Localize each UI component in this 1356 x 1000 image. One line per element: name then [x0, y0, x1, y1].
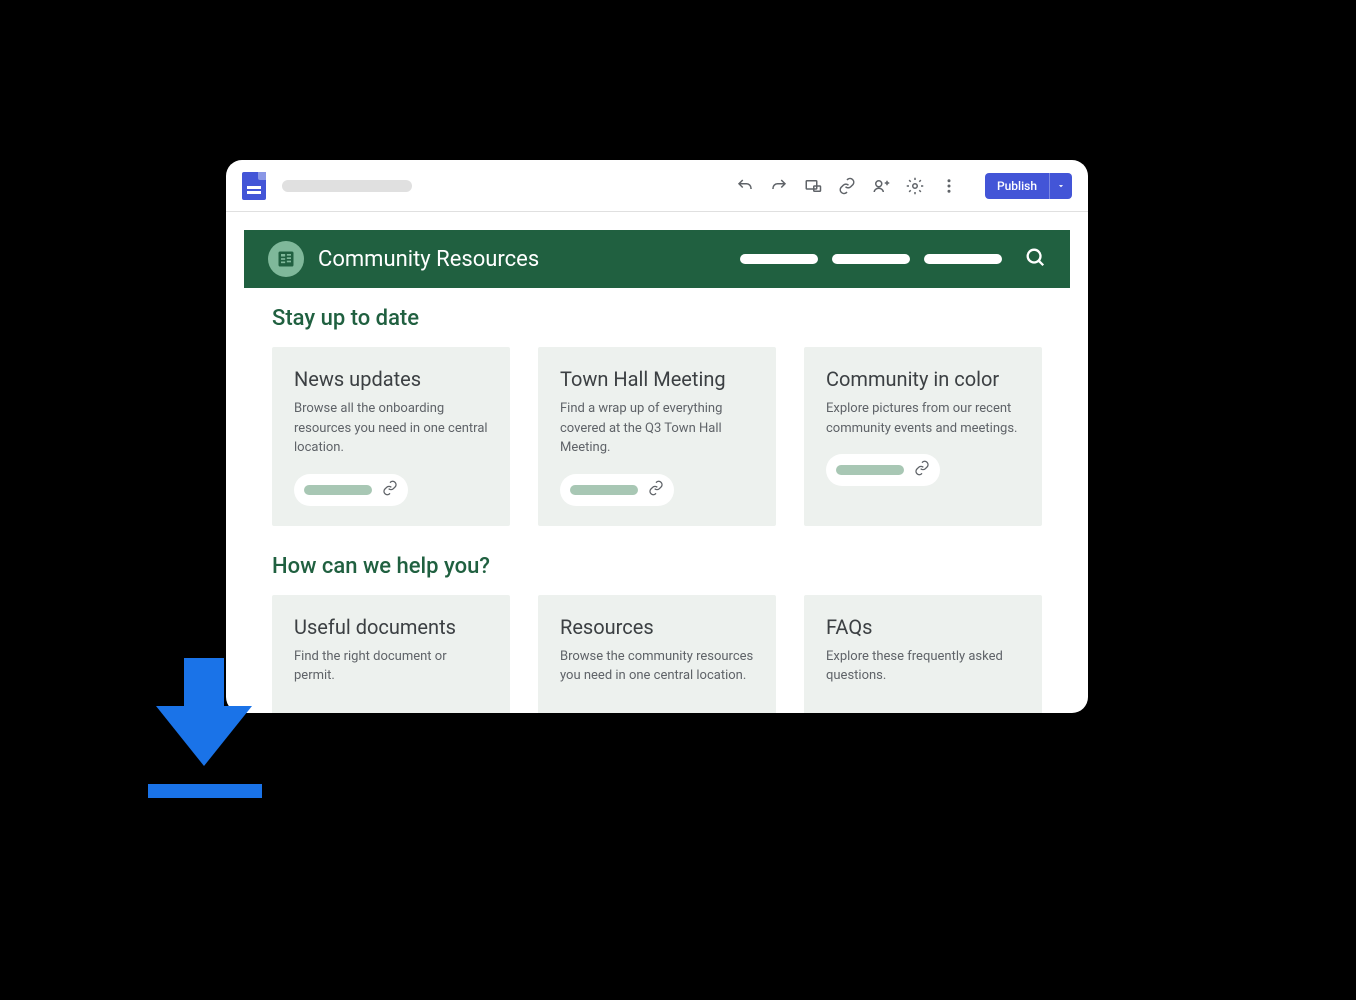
- publish-button[interactable]: Publish: [985, 173, 1049, 199]
- card-useful-documents[interactable]: Useful documents Find the right document…: [272, 595, 510, 714]
- section-heading: Stay up to date: [272, 306, 1042, 331]
- sites-app-icon[interactable]: [242, 172, 266, 200]
- search-icon[interactable]: [1024, 246, 1046, 272]
- card-faqs[interactable]: FAQs Explore these frequently asked ques…: [804, 595, 1042, 714]
- link-text-placeholder: [836, 465, 904, 475]
- card-title: Useful documents: [294, 615, 488, 639]
- link-icon: [914, 460, 930, 480]
- publish-dropdown-button[interactable]: [1049, 173, 1072, 199]
- card-title: News updates: [294, 367, 488, 391]
- redo-icon[interactable]: [769, 176, 789, 196]
- gear-icon[interactable]: [905, 176, 925, 196]
- card-row: Useful documents Find the right document…: [272, 595, 1042, 714]
- preview-icon[interactable]: [803, 176, 823, 196]
- card-link-pill[interactable]: [826, 454, 940, 486]
- card-link-pill[interactable]: [294, 474, 408, 506]
- undo-icon[interactable]: [735, 176, 755, 196]
- site-header: Community Resources: [244, 230, 1070, 288]
- editor-toolbar: Publish: [226, 160, 1088, 212]
- download-arrow-icon: [148, 658, 262, 798]
- card-community-color[interactable]: Community in color Explore pictures from…: [804, 347, 1042, 526]
- toolbar-actions: Publish: [735, 173, 1072, 199]
- nav-item-placeholder[interactable]: [832, 254, 910, 264]
- nav-item-placeholder[interactable]: [924, 254, 1002, 264]
- link-text-placeholder: [304, 485, 372, 495]
- card-description: Browse all the onboarding resources you …: [294, 399, 488, 458]
- card-description: Find the right document or permit.: [294, 647, 488, 686]
- site-body: Stay up to date News updates Browse all …: [244, 288, 1070, 713]
- link-icon: [648, 480, 664, 500]
- link-icon: [382, 480, 398, 500]
- share-icon[interactable]: [871, 176, 891, 196]
- card-description: Browse the community resources you need …: [560, 647, 754, 686]
- card-resources[interactable]: Resources Browse the community resources…: [538, 595, 776, 714]
- card-description: Find a wrap up of everything covered at …: [560, 399, 754, 458]
- link-icon[interactable]: [837, 176, 857, 196]
- card-news-updates[interactable]: News updates Browse all the onboarding r…: [272, 347, 510, 526]
- publish-button-group: Publish: [985, 173, 1072, 199]
- card-description: Explore these frequently asked questions…: [826, 647, 1020, 686]
- nav-item-placeholder[interactable]: [740, 254, 818, 264]
- section-heading: How can we help you?: [272, 554, 1042, 579]
- card-title: Resources: [560, 615, 754, 639]
- site-title: Community Resources: [318, 247, 539, 272]
- card-title: Town Hall Meeting: [560, 367, 754, 391]
- card-title: FAQs: [826, 615, 1020, 639]
- card-description: Explore pictures from our recent communi…: [826, 399, 1020, 438]
- card-link-pill[interactable]: [560, 474, 674, 506]
- site-logo-icon: [268, 241, 304, 277]
- card-title: Community in color: [826, 367, 1020, 391]
- card-town-hall[interactable]: Town Hall Meeting Find a wrap up of ever…: [538, 347, 776, 526]
- document-title-placeholder[interactable]: [282, 180, 412, 192]
- more-icon[interactable]: [939, 176, 959, 196]
- editor-window: Publish Community Resources Stay up to d…: [226, 160, 1088, 713]
- card-row: News updates Browse all the onboarding r…: [272, 347, 1042, 526]
- site-canvas: Community Resources Stay up to date News…: [226, 212, 1088, 713]
- link-text-placeholder: [570, 485, 638, 495]
